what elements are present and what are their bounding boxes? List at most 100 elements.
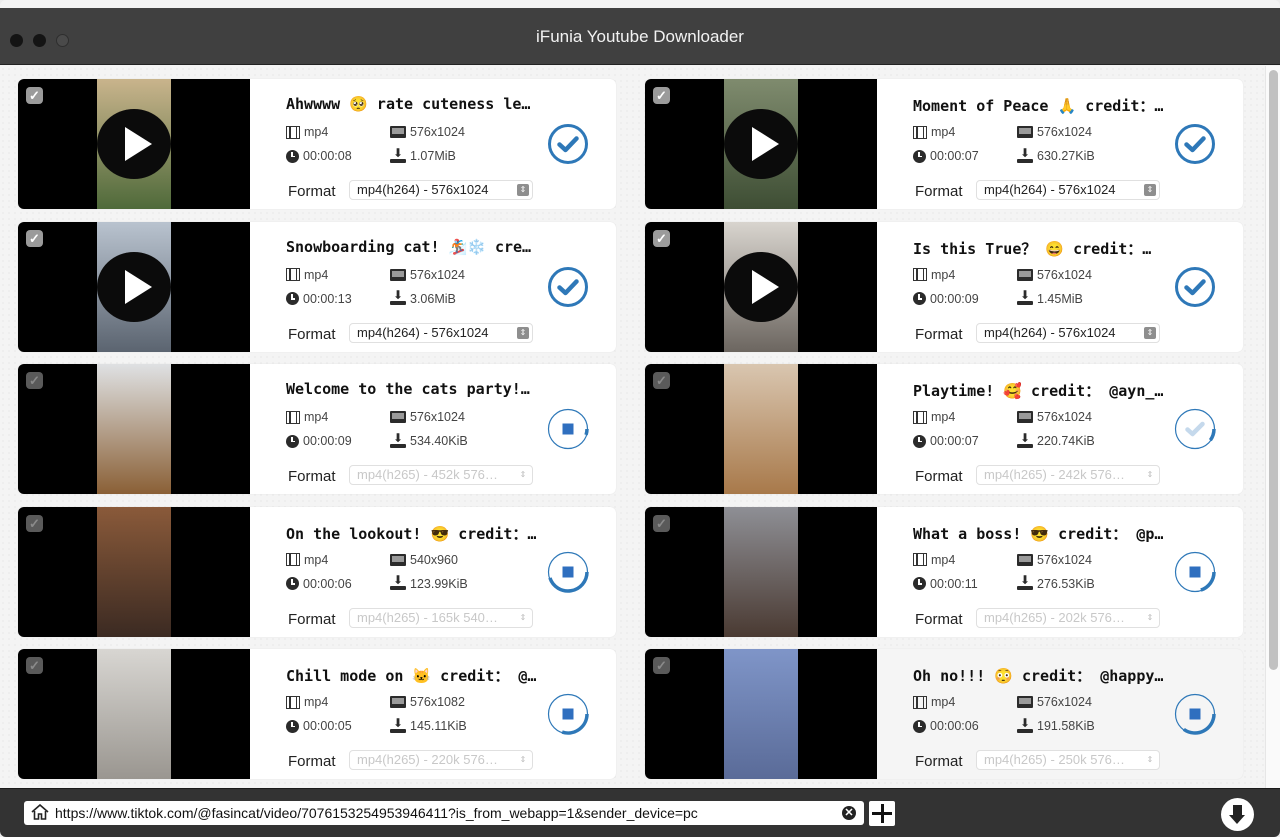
download-status[interactable] (546, 122, 590, 166)
size-info: 534.40KiB (390, 431, 468, 448)
container-info: mp4 (286, 125, 328, 139)
format-label: Format (915, 183, 963, 200)
url-input[interactable] (55, 802, 830, 824)
download-status[interactable] (546, 550, 590, 594)
thumbnail-image (97, 649, 171, 779)
film-icon (286, 410, 300, 424)
video-title: Snowboarding cat! 🏂❄️ cre… (286, 237, 532, 256)
resolution-info: 576x1024 (390, 125, 465, 139)
resolution-value: 576x1024 (1037, 125, 1092, 139)
scrollbar-thumb[interactable] (1269, 70, 1278, 670)
download-status[interactable] (546, 692, 590, 736)
scrollbar[interactable] (1265, 66, 1280, 788)
select-checkbox[interactable]: ✓ (26, 87, 43, 104)
format-value: mp4(h264) - 576x1024 (357, 324, 489, 340)
select-checkbox[interactable]: ✓ (653, 87, 670, 104)
download-all-button[interactable] (1221, 798, 1254, 831)
download-status[interactable] (546, 265, 590, 309)
size-value: 220.74KiB (1037, 434, 1095, 448)
clock-icon (913, 149, 926, 163)
download-icon (390, 716, 406, 733)
format-value: mp4(h265) - 165k 540… (357, 609, 498, 625)
app-window: iFunia Youtube Downloader ✓ Ahwwww 🥺 rat… (0, 0, 1280, 837)
download-status[interactable] (1173, 407, 1217, 451)
duration-value: 00:00:06 (930, 719, 979, 733)
container-value: mp4 (931, 125, 956, 139)
select-arrows-icon: ⇕ (519, 612, 527, 622)
video-thumbnail[interactable]: ✓ (645, 364, 877, 494)
select-checkbox[interactable]: ✓ (26, 372, 43, 389)
format-select[interactable]: mp4(h264) - 576x1024 ⇕ (976, 322, 1160, 343)
select-checkbox[interactable]: ✓ (26, 229, 43, 247)
video-thumbnail[interactable]: ✓ (645, 506, 877, 637)
add-url-button[interactable] (869, 801, 895, 826)
resolution-value: 576x1024 (1037, 695, 1092, 709)
film-icon (913, 268, 927, 281)
select-checkbox[interactable]: ✓ (653, 514, 670, 532)
video-thumbnail[interactable]: ✓ (18, 79, 250, 209)
play-icon[interactable] (724, 251, 798, 322)
resolution-value: 576x1024 (410, 410, 465, 424)
duration-info: 00:00:13 (286, 292, 352, 306)
video-card: ✓ On the lookout! 😎 credit：… mp4 540x960… (18, 506, 616, 637)
monitor-icon (1017, 126, 1033, 138)
download-status[interactable] (546, 407, 590, 451)
monitor-icon (390, 696, 406, 708)
download-status[interactable] (1173, 265, 1217, 309)
video-thumbnail[interactable]: ✓ (645, 79, 877, 209)
format-value: mp4(h264) - 576x1024 (984, 324, 1116, 340)
size-info: 3.06MiB (390, 288, 456, 306)
download-status[interactable] (1173, 692, 1217, 736)
video-thumbnail[interactable]: ✓ (18, 506, 250, 637)
clear-url-button[interactable]: ✕ (842, 806, 856, 820)
select-checkbox[interactable]: ✓ (653, 229, 670, 247)
format-select[interactable]: mp4(h264) - 576x1024 ⇕ (976, 180, 1160, 200)
select-checkbox[interactable]: ✓ (653, 372, 670, 389)
format-select[interactable]: mp4(h265) - 242k 576… ⇕ (976, 465, 1160, 485)
select-checkbox[interactable]: ✓ (653, 657, 670, 674)
stop-icon (1189, 566, 1201, 577)
download-status[interactable] (1173, 550, 1217, 594)
resolution-value: 576x1024 (410, 125, 465, 139)
video-title: Oh no!!! 😳 credit： @happy… (913, 667, 1164, 685)
select-arrows-icon: ⇕ (1146, 612, 1154, 622)
play-icon[interactable] (724, 109, 798, 179)
container-value: mp4 (931, 552, 956, 567)
download-status[interactable] (1173, 122, 1217, 166)
video-card: ✓ Snowboarding cat! 🏂❄️ cre… mp4 576x102… (18, 221, 616, 352)
play-icon[interactable] (97, 109, 171, 179)
video-thumbnail[interactable]: ✓ (645, 221, 877, 352)
format-value: mp4(h264) - 576x1024 (357, 182, 489, 197)
format-select[interactable]: mp4(h265) - 452k 576… ⇕ (349, 465, 533, 485)
film-icon (286, 268, 300, 281)
format-select[interactable]: mp4(h265) - 165k 540… ⇕ (349, 607, 533, 628)
video-thumbnail[interactable]: ✓ (18, 364, 250, 494)
resolution-info: 576x1024 (390, 268, 465, 282)
format-select[interactable]: mp4(h264) - 576x1024 ⇕ (349, 180, 533, 200)
duration-info: 00:00:07 (913, 149, 979, 163)
monitor-icon (1017, 696, 1033, 708)
select-checkbox[interactable]: ✓ (26, 514, 43, 532)
video-card: ✓ Welcome to the cats party!… mp4 576x10… (18, 364, 616, 494)
home-icon[interactable] (31, 804, 49, 820)
select-arrows-icon: ⇕ (517, 184, 529, 196)
format-select[interactable]: mp4(h265) - 220k 576… ⇕ (349, 750, 533, 770)
video-title: Chill mode on 🐱 credit： @… (286, 667, 537, 685)
play-icon[interactable] (97, 251, 171, 322)
progress-arc (584, 428, 589, 436)
resolution-info: 576x1024 (1017, 695, 1092, 709)
duration-value: 00:00:07 (930, 434, 979, 448)
monitor-icon (390, 268, 406, 281)
format-select[interactable]: mp4(h265) - 202k 576… ⇕ (976, 607, 1160, 628)
format-select[interactable]: mp4(h264) - 576x1024 ⇕ (349, 322, 533, 343)
video-thumbnail[interactable]: ✓ (18, 649, 250, 779)
format-value: mp4(h265) - 220k 576… (357, 752, 498, 767)
select-checkbox[interactable]: ✓ (26, 657, 43, 674)
video-thumbnail[interactable]: ✓ (645, 649, 877, 779)
download-icon (390, 288, 406, 305)
format-select[interactable]: mp4(h265) - 250k 576… ⇕ (976, 750, 1160, 770)
container-info: mp4 (913, 410, 955, 424)
size-info: 191.58KiB (1017, 716, 1095, 733)
video-thumbnail[interactable]: ✓ (18, 221, 250, 352)
download-icon (1017, 288, 1033, 305)
